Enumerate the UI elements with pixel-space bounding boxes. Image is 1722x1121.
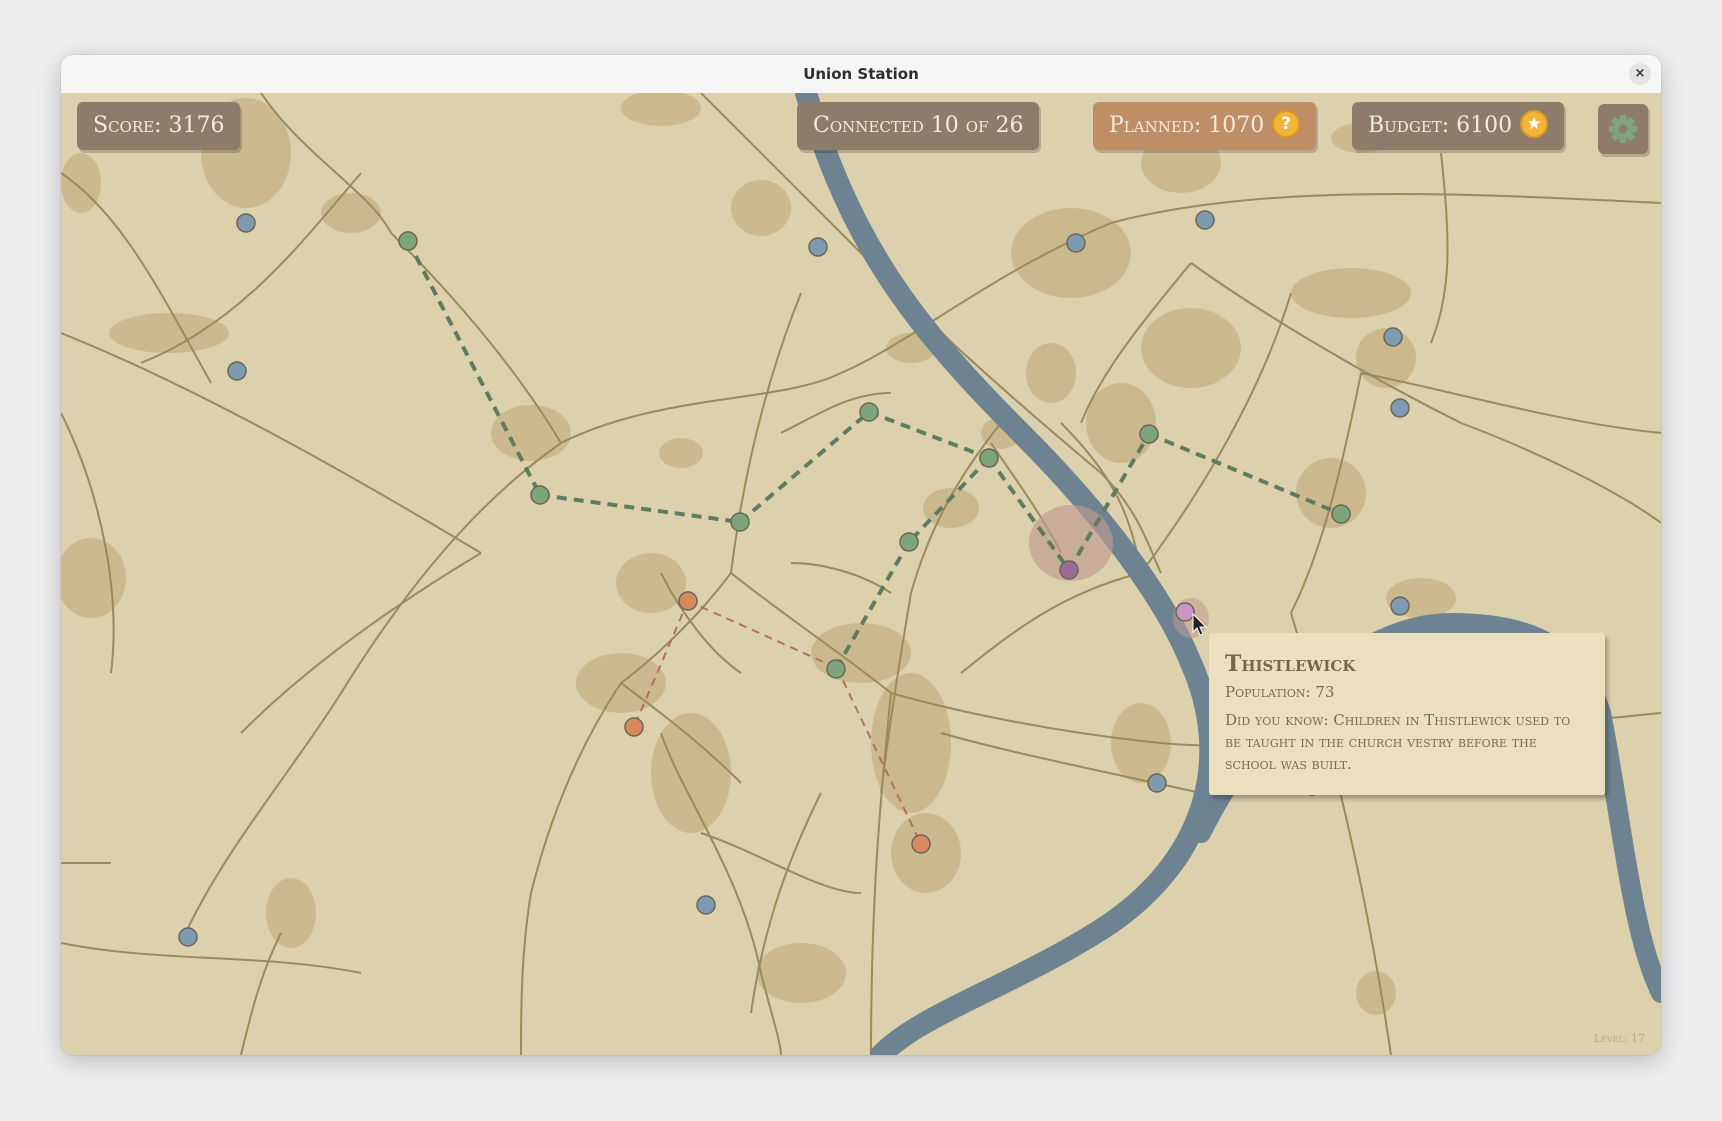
town-node-connected[interactable] [826,659,846,679]
gear-icon [1609,115,1637,143]
settings-button[interactable] [1598,104,1648,154]
town-node-unconnected[interactable] [696,895,716,915]
town-population: Population: 73 [1225,683,1335,701]
planned-panel[interactable]: Planned: 1070? [1093,102,1317,150]
town-node-unconnected[interactable] [1383,327,1403,347]
connected-panel: Connected 10 of 26 [797,102,1040,150]
close-button[interactable]: × [1629,63,1651,85]
town-node-hovered[interactable] [1175,602,1195,622]
question-coin-icon[interactable]: ? [1272,110,1301,138]
town-node-selected[interactable] [1059,560,1079,580]
level-indicator: Level: 17 [1593,1032,1645,1045]
town-node-unconnected[interactable] [1195,210,1215,230]
budget-panel: Budget: 6100 ★ [1352,102,1565,150]
town-fact: Did you know: Children in Thistlewick us… [1225,711,1571,773]
town-tooltip: Thistlewick Population: 73 Did you know:… [1209,633,1605,795]
town-node-unconnected[interactable] [1066,233,1086,253]
star-coin-icon: ★ [1520,110,1549,138]
town-node-connected[interactable] [859,402,879,422]
town-node-unconnected[interactable] [1390,596,1410,616]
planned-label: Planned: 1070 [1109,113,1265,138]
town-node-unconnected[interactable] [1147,773,1167,793]
town-node-connected[interactable] [398,231,418,251]
town-node-unconnected[interactable] [227,361,247,381]
town-node-unconnected[interactable] [178,927,198,947]
connected-label: Connected 10 of 26 [813,113,1024,138]
map-canvas[interactable] [61,93,1661,1055]
town-node-connected[interactable] [730,512,750,532]
score-panel: Score: 3176 [77,102,241,150]
town-node-planned[interactable] [678,591,698,611]
town-name: Thistlewick [1225,651,1356,677]
town-node-connected[interactable] [1331,504,1351,524]
town-node-planned[interactable] [624,717,644,737]
town-node-planned[interactable] [911,834,931,854]
window-title: Union Station [803,65,919,83]
title-bar: Union Station × [61,55,1661,94]
town-node-unconnected[interactable] [1390,398,1410,418]
budget-label: Budget: 6100 [1368,113,1513,138]
town-node-connected[interactable] [979,448,999,468]
game-window: Union Station × Score: 3176 Connected 10… [61,55,1661,1055]
score-label: Score: 3176 [93,113,225,138]
town-node-connected[interactable] [1139,424,1159,444]
town-node-unconnected[interactable] [236,213,256,233]
town-node-connected[interactable] [530,485,550,505]
town-node-connected[interactable] [899,532,919,552]
town-node-unconnected[interactable] [808,237,828,257]
